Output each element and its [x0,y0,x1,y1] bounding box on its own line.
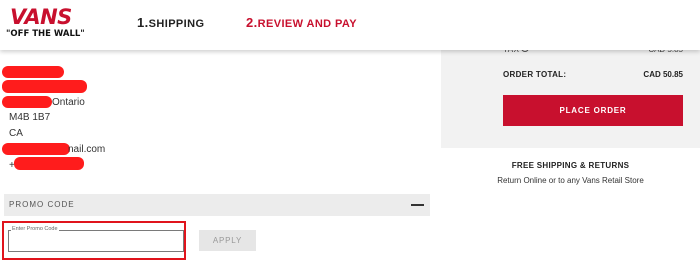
promo-code-accordion[interactable]: PROMO CODE [4,194,430,216]
step-number: 1. [137,15,149,30]
logo-wordmark: VANS [10,5,72,29]
step-label: REVIEW AND PAY [257,18,357,30]
promo-code-title: PROMO CODE [9,200,75,209]
apply-promo-button[interactable]: APPLY [199,230,256,251]
address-country: CA [9,128,23,139]
vans-logo[interactable]: VANS "OFF THE WALL" [6,5,85,42]
redacted-name [2,66,64,78]
redacted-city [2,96,52,108]
checkout-header: VANS "OFF THE WALL" 1.SHIPPING 2.REVIEW … [0,0,700,50]
collapse-minus-icon[interactable] [411,204,424,206]
step-review-and-pay: 2.REVIEW AND PAY [246,14,357,33]
redacted-street [2,80,87,93]
step-number: 2. [246,15,258,30]
order-total-label: ORDER TOTAL: [503,70,567,79]
place-order-button[interactable]: PLACE ORDER [503,95,683,126]
order-summary-panel [441,40,700,148]
logo-tagline: "OFF THE WALL" [6,29,85,39]
step-shipping[interactable]: 1.SHIPPING [137,14,204,33]
free-shipping-title: FREE SHIPPING & RETURNS [511,161,630,170]
promo-code-input[interactable] [8,230,184,252]
free-shipping-subtitle: Return Online or to any Vans Retail Stor… [497,176,644,185]
address-email-suffix: nail.com [68,144,106,155]
step-label: SHIPPING [148,18,205,30]
redacted-email [2,143,70,155]
address-region: Ontario [52,97,85,108]
promo-input-label: Enter Promo Code [11,226,59,232]
order-total-value: CAD 50.85 [643,70,683,79]
promo-input-highlight: Enter Promo Code [2,221,186,260]
address-postal-code: M4B 1B7 [9,112,51,123]
redacted-phone [14,157,84,170]
